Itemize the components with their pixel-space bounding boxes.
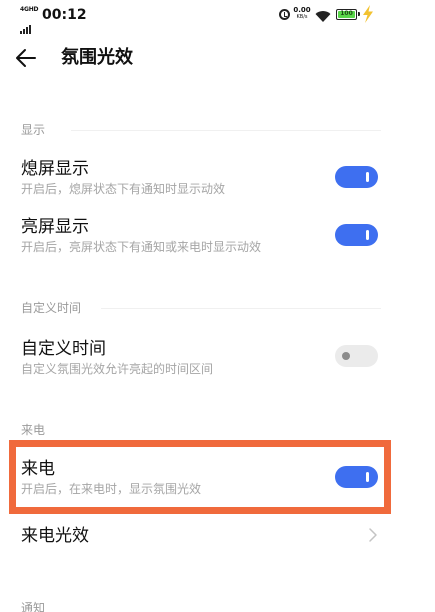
section-label: 显示: [21, 123, 46, 137]
section-label: 来电: [21, 423, 46, 437]
battery-icon: 100: [336, 9, 360, 20]
app-bar: 氛围光效: [0, 36, 400, 80]
settings-screen: 4GHD 00:12 0.00 KB/s 100 氛围光效 显示 熄屏显示 开启…: [0, 0, 400, 612]
custom-time-toggle[interactable]: [335, 345, 378, 367]
network-speed-value: 0.00: [293, 6, 311, 14]
section-header-incoming-call: 来电: [21, 420, 381, 440]
settings-item-call-light-effect[interactable]: 来电光效: [0, 522, 400, 552]
item-title: 自定义时间: [21, 339, 106, 359]
network-speed: 0.00 KB/s: [293, 6, 311, 21]
section-divider: [71, 130, 381, 131]
section-divider: [101, 308, 381, 309]
item-subtitle: 自定义氛围光效允许亮起的时间区间: [21, 362, 214, 376]
network-type: 4GHD: [20, 6, 39, 13]
settings-item-custom-time[interactable]: 自定义时间 自定义氛围光效允许亮起的时间区间: [0, 336, 400, 386]
wifi-icon: [315, 8, 331, 27]
alarm-icon: [279, 9, 290, 20]
clock: 00:12: [42, 7, 87, 23]
section-header-notification: 通知: [21, 598, 381, 612]
section-header-custom-time: 自定义时间: [21, 298, 381, 318]
status-bar: 4GHD 00:12 0.00 KB/s 100: [0, 0, 400, 34]
item-title: 来电光效: [21, 526, 89, 546]
background-edge: [400, 0, 435, 612]
section-label: 自定义时间: [21, 301, 82, 315]
cellular-signal-icon: 4GHD: [20, 6, 40, 34]
aod-toggle[interactable]: [335, 166, 378, 188]
back-arrow-icon: [16, 49, 36, 67]
item-title: 熄屏显示: [21, 159, 89, 179]
item-subtitle: 开启后，亮屏状态下有通知或来电时显示动效: [21, 240, 262, 254]
page-title: 氛围光效: [61, 47, 133, 68]
section-header-display: 显示: [21, 120, 381, 140]
item-title: 亮屏显示: [21, 217, 89, 237]
back-button[interactable]: [8, 40, 44, 76]
item-subtitle: 开启后，熄屏状态下有通知时显示动效: [21, 182, 226, 196]
charging-bolt-icon: [361, 5, 375, 27]
screen-on-toggle[interactable]: [335, 224, 378, 246]
highlight-frame: [9, 440, 391, 514]
network-speed-unit: KB/s: [296, 14, 308, 20]
settings-item-screen-on[interactable]: 亮屏显示 开启后，亮屏状态下有通知或来电时显示动效: [0, 214, 400, 264]
section-label: 通知: [21, 601, 46, 612]
battery-level: 100: [338, 11, 355, 18]
chevron-right-icon: [366, 527, 380, 543]
settings-item-aod[interactable]: 熄屏显示 开启后，熄屏状态下有通知时显示动效: [0, 156, 400, 206]
